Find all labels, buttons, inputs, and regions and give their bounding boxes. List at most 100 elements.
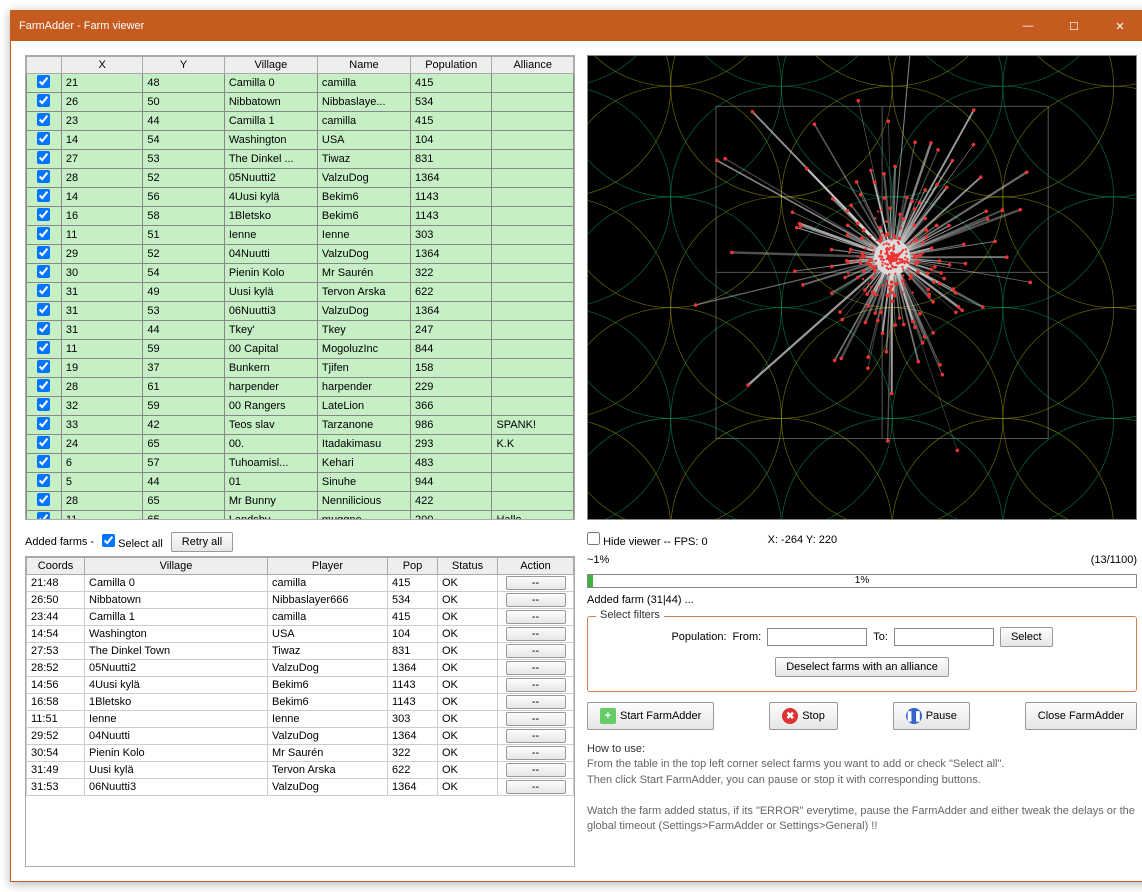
table-row[interactable]: 1937BunkernTjifen158 <box>27 359 574 378</box>
table-row[interactable]: 29:5204NuuttiValzuDog1364OK-- <box>27 728 574 745</box>
farms-col-0[interactable] <box>27 57 62 74</box>
table-row[interactable]: 1454WashingtonUSA104 <box>27 131 574 150</box>
select-filter-button[interactable]: Select <box>1000 627 1053 647</box>
row-checkbox[interactable] <box>27 340 62 359</box>
table-row[interactable]: 2861harpenderharpender229 <box>27 378 574 397</box>
table-row[interactable]: 657Tuhoamisl...Kehari483 <box>27 454 574 473</box>
farms-col-3[interactable]: Village <box>224 57 317 74</box>
close-window-button[interactable]: ✕ <box>1097 11 1142 41</box>
population-from-input[interactable] <box>767 628 867 646</box>
row-checkbox[interactable] <box>27 511 62 520</box>
row-checkbox[interactable] <box>27 359 62 378</box>
added-col-2[interactable]: Player <box>268 558 388 575</box>
table-row[interactable]: 30:54Pienin KoloMr Saurén322OK-- <box>27 745 574 762</box>
table-row[interactable]: 16581BletskoBekim61143 <box>27 207 574 226</box>
action-button[interactable]: -- <box>506 678 566 692</box>
row-checkbox[interactable] <box>27 435 62 454</box>
table-row[interactable]: 2148Camilla 0camilla415 <box>27 74 574 93</box>
table-row[interactable]: 3054Pienin KoloMr Saurén322 <box>27 264 574 283</box>
table-row[interactable]: 14564Uusi kyläBekim61143 <box>27 188 574 207</box>
added-col-5[interactable]: Action <box>498 558 574 575</box>
table-row[interactable]: 14:54WashingtonUSA104OK-- <box>27 626 574 643</box>
table-row[interactable]: 16:581BletskoBekim61143OK-- <box>27 694 574 711</box>
action-button[interactable]: -- <box>506 644 566 658</box>
hide-viewer-checkbox[interactable]: Hide viewer -- FPS: 0 <box>587 532 708 548</box>
table-row[interactable]: 2753The Dinkel ...Tiwaz831 <box>27 150 574 169</box>
row-checkbox[interactable] <box>27 321 62 340</box>
row-checkbox[interactable] <box>27 74 62 93</box>
added-col-3[interactable]: Pop <box>388 558 438 575</box>
select-all-checkbox[interactable]: Select all <box>102 534 163 550</box>
action-button[interactable]: -- <box>506 661 566 675</box>
action-button[interactable]: -- <box>506 576 566 590</box>
row-checkbox[interactable] <box>27 283 62 302</box>
table-row[interactable]: 23:44Camilla 1camilla415OK-- <box>27 609 574 626</box>
stop-button[interactable]: ✖Stop <box>769 702 838 730</box>
row-checkbox[interactable] <box>27 416 62 435</box>
row-checkbox[interactable] <box>27 207 62 226</box>
deselect-alliance-button[interactable]: Deselect farms with an alliance <box>775 657 949 677</box>
start-farmadder-button[interactable]: +Start FarmAdder <box>587 702 714 730</box>
table-row[interactable]: 28:5205Nuutti2ValzuDog1364OK-- <box>27 660 574 677</box>
row-checkbox[interactable] <box>27 150 62 169</box>
row-checkbox[interactable] <box>27 397 62 416</box>
action-button[interactable]: -- <box>506 593 566 607</box>
table-row[interactable]: 14:564Uusi kyläBekim61143OK-- <box>27 677 574 694</box>
added-col-4[interactable]: Status <box>438 558 498 575</box>
close-farmadder-button[interactable]: Close FarmAdder <box>1025 702 1137 730</box>
action-button[interactable]: -- <box>506 746 566 760</box>
table-row[interactable]: 2865Mr BunnyNennilicious422 <box>27 492 574 511</box>
map-viewer[interactable] <box>587 55 1137 520</box>
row-checkbox[interactable] <box>27 131 62 150</box>
table-row[interactable]: 246500.Itadakimasu293K.K <box>27 435 574 454</box>
row-checkbox[interactable] <box>27 245 62 264</box>
farms-col-1[interactable]: X <box>61 57 142 74</box>
table-row[interactable]: 27:53The Dinkel TownTiwaz831OK-- <box>27 643 574 660</box>
row-checkbox[interactable] <box>27 169 62 188</box>
farms-table-scroll[interactable]: XYVillageNamePopulationAlliance 2148Cami… <box>26 56 574 519</box>
table-row[interactable]: 21:48Camilla 0camilla415OK-- <box>27 575 574 592</box>
table-row[interactable]: 3342Teos slavTarzanone986SPANK! <box>27 416 574 435</box>
row-checkbox[interactable] <box>27 454 62 473</box>
farms-col-4[interactable]: Name <box>317 57 410 74</box>
action-button[interactable]: -- <box>506 695 566 709</box>
table-row[interactable]: 31:5306Nuutti3ValzuDog1364OK-- <box>27 779 574 796</box>
farms-col-5[interactable]: Population <box>411 57 492 74</box>
minimize-button[interactable]: — <box>1005 11 1051 41</box>
farms-col-6[interactable]: Alliance <box>492 57 574 74</box>
table-row[interactable]: 325900 RangersLateLion366 <box>27 397 574 416</box>
row-checkbox[interactable] <box>27 188 62 207</box>
table-row[interactable]: 26:50NibbatownNibbaslayer666534OK-- <box>27 592 574 609</box>
action-button[interactable]: -- <box>506 627 566 641</box>
action-button[interactable]: -- <box>506 712 566 726</box>
table-row[interactable]: 115900 CapitalMogoluzInc844 <box>27 340 574 359</box>
titlebar[interactable]: FarmAdder - Farm viewer — ☐ ✕ <box>11 11 1142 41</box>
row-checkbox[interactable] <box>27 264 62 283</box>
maximize-button[interactable]: ☐ <box>1051 11 1097 41</box>
action-button[interactable]: -- <box>506 610 566 624</box>
action-button[interactable]: -- <box>506 780 566 794</box>
table-row[interactable]: 2650NibbatownNibbaslaye...534 <box>27 93 574 112</box>
action-button[interactable]: -- <box>506 729 566 743</box>
table-row[interactable]: 2344Camilla 1camilla415 <box>27 112 574 131</box>
row-checkbox[interactable] <box>27 302 62 321</box>
pause-button[interactable]: ❚❚Pause <box>893 702 970 730</box>
table-row[interactable]: 11:51IenneIenne303OK-- <box>27 711 574 728</box>
added-col-0[interactable]: Coords <box>27 558 85 575</box>
row-checkbox[interactable] <box>27 492 62 511</box>
action-button[interactable]: -- <box>506 763 566 777</box>
row-checkbox[interactable] <box>27 226 62 245</box>
table-row[interactable]: 54401Sinuhe944 <box>27 473 574 492</box>
population-to-input[interactable] <box>894 628 994 646</box>
row-checkbox[interactable] <box>27 93 62 112</box>
table-row[interactable]: 3149Uusi kyläTervon Arska622 <box>27 283 574 302</box>
row-checkbox[interactable] <box>27 378 62 397</box>
table-row[interactable]: 1151IenneIenne303 <box>27 226 574 245</box>
added-col-1[interactable]: Village <box>85 558 268 575</box>
table-row[interactable]: 285205Nuutti2ValzuDog1364 <box>27 169 574 188</box>
row-checkbox[interactable] <box>27 473 62 492</box>
table-row[interactable]: 1165Landsbymuggne200Hallo <box>27 511 574 520</box>
table-row[interactable]: 3144Tkey'Tkey247 <box>27 321 574 340</box>
table-row[interactable]: 295204NuuttiValzuDog1364 <box>27 245 574 264</box>
row-checkbox[interactable] <box>27 112 62 131</box>
